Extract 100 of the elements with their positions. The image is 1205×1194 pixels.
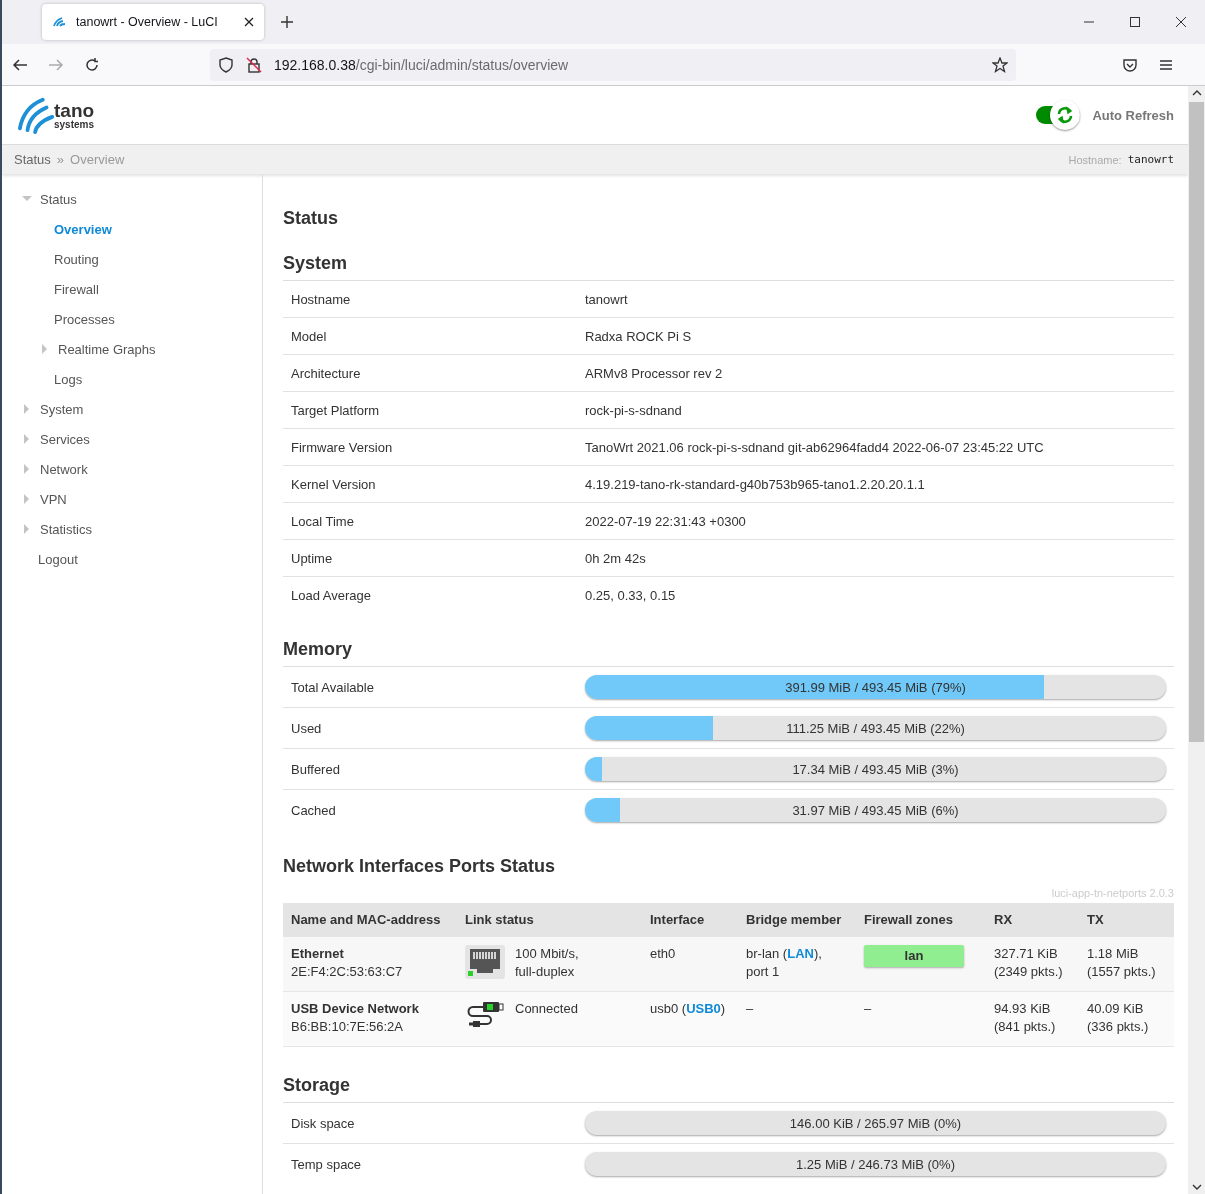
field-label: Cached bbox=[291, 802, 337, 818]
field-value: rock-pi-s-sdnand bbox=[585, 402, 682, 418]
field-label: Uptime bbox=[291, 550, 334, 566]
interface-text: ) bbox=[720, 1001, 726, 1016]
mac-address: 2E:F4:2C:53:63:C7 bbox=[291, 963, 404, 981]
rx-value: (2349 pkts.) bbox=[994, 963, 1064, 981]
field-label: Firmware Version bbox=[291, 439, 394, 455]
rx-value: 94.93 KiB bbox=[994, 1000, 1052, 1018]
sidebar-item[interactable]: Processes bbox=[54, 311, 115, 327]
pocket-icon[interactable] bbox=[1122, 56, 1138, 73]
back-arrow-icon[interactable] bbox=[12, 56, 28, 73]
field-value: ARMv8 Processor rev 2 bbox=[585, 365, 723, 381]
field-label: Temp space bbox=[291, 1156, 363, 1172]
field-label: Total Available bbox=[291, 679, 375, 695]
field-label: Buffered bbox=[291, 761, 341, 777]
scroll-up-icon[interactable] bbox=[1191, 90, 1202, 96]
sidebar-item[interactable]: Routing bbox=[54, 251, 99, 267]
sidebar-item[interactable]: Services bbox=[40, 431, 90, 447]
field-value: 4.19.219-tano-rk-standard-g40b753b965-tano1.2.20.20.1.1 bbox=[585, 476, 925, 492]
sidebar-item[interactable]: System bbox=[40, 401, 84, 417]
field-label: Target Platform bbox=[291, 402, 381, 418]
breadcrumb-separator: » bbox=[56, 152, 65, 167]
scrollbar[interactable] bbox=[1188, 86, 1205, 1194]
bar-reading: 31.97 MiB / 493.45 MiB (6%) bbox=[792, 802, 959, 818]
bar-reading: 1.25 MiB / 246.73 MiB (0%) bbox=[796, 1156, 955, 1172]
link-status: Connected bbox=[515, 1000, 578, 1018]
close-icon[interactable] bbox=[244, 17, 254, 27]
logo-subtext: systems bbox=[54, 119, 95, 130]
column-header: Firewall zones bbox=[864, 911, 954, 929]
auto-refresh-label: Auto Refresh bbox=[1092, 107, 1174, 123]
bar-reading: 111.25 MiB / 493.45 MiB (22%) bbox=[786, 720, 965, 736]
link-status: full-duplex bbox=[515, 963, 576, 981]
field-value: Radxa ROCK Pi S bbox=[585, 328, 692, 344]
sidebar-item[interactable]: Logs bbox=[54, 371, 83, 387]
shield-icon bbox=[218, 56, 234, 73]
hostname-value: tanowrt bbox=[1127, 153, 1174, 166]
sidebar-item[interactable]: Network bbox=[40, 461, 88, 477]
field-label: Disk space bbox=[291, 1115, 356, 1131]
tx-value: 1.18 MiB bbox=[1087, 945, 1140, 963]
browser-tab[interactable]: tanowrt - Overview - LuCI bbox=[42, 4, 264, 40]
wave-logo-icon bbox=[52, 16, 68, 28]
maximize-icon[interactable] bbox=[1129, 16, 1141, 28]
interface-name: USB Device Network bbox=[291, 1000, 420, 1018]
tab-title: tanowrt - Overview - LuCI bbox=[76, 15, 219, 29]
tx-value: 40.09 KiB bbox=[1087, 1000, 1145, 1018]
sidebar-item[interactable]: Realtime Graphs bbox=[58, 341, 156, 357]
scroll-down-icon[interactable] bbox=[1191, 1184, 1202, 1190]
column-header: RX bbox=[994, 911, 1014, 929]
rx-value: (841 pkts.) bbox=[994, 1018, 1057, 1036]
field-value: 0.25, 0.33, 0.15 bbox=[585, 587, 676, 603]
field-value: tanowrt bbox=[585, 291, 628, 307]
network-link[interactable]: USB0 bbox=[686, 1001, 721, 1016]
section-title: Memory bbox=[283, 639, 354, 660]
hostname-label: Hostname: bbox=[1068, 153, 1122, 166]
bar-reading: 146.00 KiB / 265.97 MiB (0%) bbox=[789, 1115, 962, 1131]
interface-text: eth0 bbox=[650, 946, 676, 961]
rx-value: 327.71 KiB bbox=[994, 945, 1059, 963]
field-label: Architecture bbox=[291, 365, 362, 381]
sidebar-item[interactable]: Overview bbox=[54, 221, 112, 237]
link-status: 100 Mbit/s, bbox=[515, 945, 579, 963]
star-icon[interactable] bbox=[992, 56, 1008, 73]
address-bar[interactable]: 192.168.0.38/cgi-bin/luci/admin/status/overview bbox=[210, 48, 1016, 81]
column-header: Interface bbox=[650, 911, 706, 929]
reload-icon[interactable] bbox=[84, 56, 100, 73]
firewall-zone-badge: lan bbox=[864, 945, 964, 967]
field-label: Used bbox=[291, 720, 323, 736]
plus-icon[interactable] bbox=[280, 15, 294, 29]
logo-text: tano bbox=[54, 100, 95, 120]
interface-name: Ethernet bbox=[291, 945, 345, 963]
bridge-text: – bbox=[746, 1001, 754, 1016]
field-value: 2022-07-19 22:31:43 +0300 bbox=[585, 513, 746, 529]
sidebar-item[interactable]: Statistics bbox=[40, 521, 92, 537]
column-header: TX bbox=[1087, 911, 1105, 929]
sidebar-item[interactable]: Firewall bbox=[54, 281, 99, 297]
firewall-zone-text: – bbox=[864, 1000, 873, 1018]
column-header: Bridge member bbox=[746, 911, 843, 929]
sidebar-item[interactable]: Logout bbox=[38, 551, 78, 567]
field-value: 0h 2m 42s bbox=[585, 550, 646, 566]
tx-value: (336 pkts.) bbox=[1087, 1018, 1150, 1036]
mac-address: B6:BB:10:7E:56:2A bbox=[291, 1018, 405, 1036]
interface-text: usb0 ( bbox=[650, 1001, 687, 1016]
field-label: Kernel Version bbox=[291, 476, 377, 492]
bar-reading: 391.99 MiB / 493.45 MiB (79%) bbox=[785, 679, 966, 695]
field-label: Hostname bbox=[291, 291, 352, 307]
field-value: TanoWrt 2021.06 rock-pi-s-sdnand git-ab62964fadd4 2022-06-07 23:45:22 UTC bbox=[585, 439, 1044, 455]
crossed-lock-icon bbox=[246, 56, 262, 73]
breadcrumb-item[interactable]: Status bbox=[14, 152, 51, 167]
section-title: Network Interfaces Ports Status bbox=[283, 856, 557, 877]
field-label: Load Average bbox=[291, 587, 372, 603]
column-header: Link status bbox=[465, 911, 535, 929]
bridge-text: br-lan ( bbox=[746, 946, 788, 961]
field-label: Model bbox=[291, 328, 328, 344]
sidebar-item[interactable]: Status bbox=[40, 191, 77, 207]
breadcrumb-item: Overview bbox=[70, 152, 125, 167]
ethernet-port-icon bbox=[465, 945, 505, 979]
close-icon[interactable] bbox=[1175, 16, 1187, 28]
sidebar-item[interactable]: VPN bbox=[40, 491, 67, 507]
url-text: 192.168.0.38/cgi-bin/luci/admin/status/overview bbox=[274, 56, 570, 73]
bridge-text: port 1 bbox=[746, 964, 780, 979]
column-header: Name and MAC-address bbox=[291, 911, 442, 929]
